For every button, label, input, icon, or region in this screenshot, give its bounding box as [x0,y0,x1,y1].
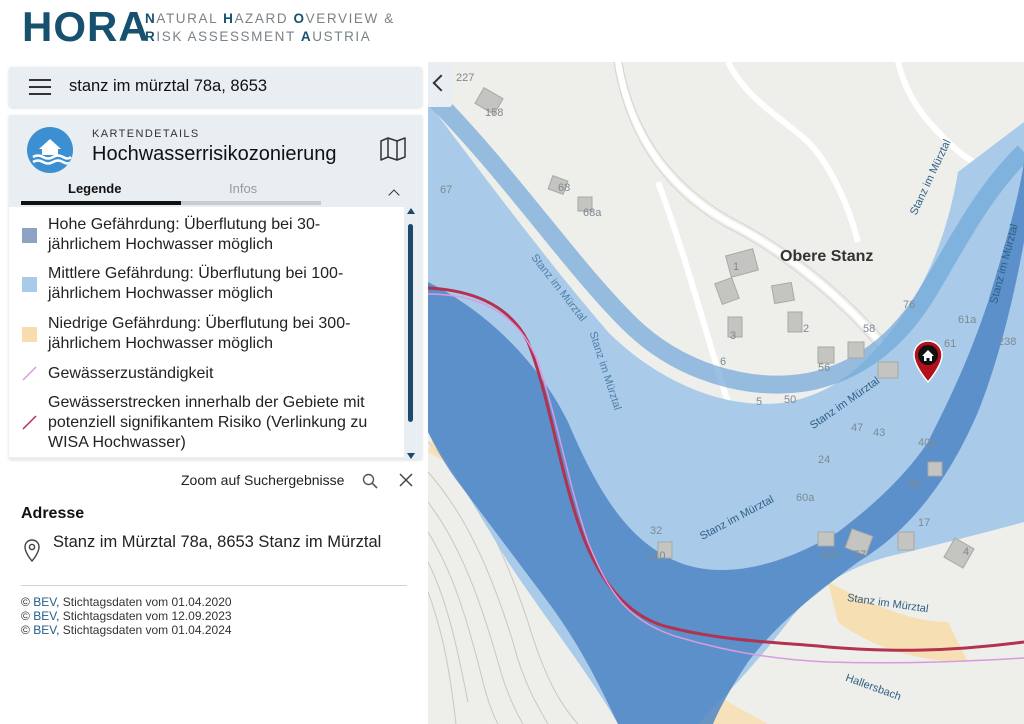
map-view[interactable]: 227 158 68 68a 1 2 3 6 56 58 76 50 5 61a… [428,62,1024,724]
details-label: KARTENDETAILS [92,128,200,140]
house-number: 58 [863,323,876,335]
bev-link[interactable]: BEV [33,623,56,637]
legend-swatch [22,228,37,243]
house-number: 67 [440,184,453,196]
divider [21,585,407,586]
address-heading: Adresse [21,505,85,522]
attribution-line: © BEV, Stichtagsdaten vom 12.09.2023 [21,609,232,623]
legend-line-swatch [22,366,37,381]
house-number: 238 [998,336,1017,348]
house-number: 61 [944,338,957,350]
details-title: Hochwasserrisikozonierung [92,143,337,165]
home-marker-icon[interactable] [913,340,943,384]
house-number: 60a [796,492,815,504]
chevron-up-icon[interactable] [388,189,400,201]
house-number: 100 [820,549,839,561]
search-bar[interactable]: stanz im mürztal 78a, 8653 [9,67,422,107]
house-number: 50 [784,394,797,406]
house-number: 17 [918,517,931,529]
side-panel: stanz im mürztal 78a, 8653 KARTENDETAILS… [0,62,428,724]
tagline-line-1: NATURAL HAZARD OVERVIEW & [145,11,395,26]
legend-line-swatch [22,415,37,430]
house-number: 68a [583,207,602,219]
legend-scrollbar[interactable] [407,208,415,459]
close-icon[interactable] [399,473,413,487]
legend-swatch [22,327,37,342]
tagline-line-2: RISK ASSESSMENT AUSTRIA [145,29,372,44]
legend-list: Hohe Gefährdung: Überflutung bei 30-jähr… [9,207,404,457]
search-icon[interactable] [362,473,378,489]
house-number: 4 [963,546,970,558]
house-number: 110 [648,550,666,562]
app-header: HORA NATURAL HAZARD OVERVIEW & RISK ASSE… [0,0,1024,62]
logo-tagline: NATURAL HAZARD OVERVIEW & RISK ASSESSMEN… [145,10,395,46]
map-details-card: KARTENDETAILS Hochwasserrisikozonierung … [9,115,422,459]
map-icon[interactable] [380,137,406,161]
flood-house-icon [27,127,73,173]
tab-infos[interactable]: Infos [229,181,257,196]
house-number: 158 [485,107,504,119]
house-number: 47 [851,422,864,434]
panel-collapse-button[interactable] [428,65,452,107]
scroll-down-arrow-icon[interactable] [407,453,415,459]
house-number: 56 [818,362,831,374]
house-number: 61a [958,314,977,326]
details-tabs: Legende Infos [21,181,321,205]
house-number: 3 [730,330,737,342]
scroll-thumb[interactable] [408,224,413,422]
search-input[interactable]: stanz im mürztal 78a, 8653 [69,77,267,96]
house-number: 76 [903,299,916,311]
place-label: Obere Stanz [780,248,874,265]
bev-link[interactable]: BEV [33,609,56,623]
house-number: 5 [756,396,763,408]
scroll-up-arrow-icon[interactable] [407,208,415,214]
tab-active-indicator [21,201,181,205]
house-number: 1 [733,261,740,273]
chevron-left-icon [432,74,450,92]
hamburger-menu-icon[interactable] [29,79,51,95]
house-number: 46 [908,479,921,491]
house-number: 57 [854,549,867,561]
house-number: 6 [720,356,727,368]
tab-legende[interactable]: Legende [68,181,121,196]
hora-logo[interactable]: HORA [22,3,150,51]
house-number: 227 [456,72,475,84]
zoom-to-results-link[interactable]: Zoom auf Suchergebnisse [181,472,344,488]
attribution-line: © BEV, Stichtagsdaten vom 01.04.2020 [21,595,232,609]
house-number: 2 [803,323,810,335]
house-number: 24 [818,454,831,466]
house-number: 40a [918,437,937,449]
attribution-line: © BEV, Stichtagsdaten vom 01.04.2024 [21,623,232,637]
house-number: 32 [650,525,663,537]
legend-swatch [22,277,37,292]
house-number: 43 [873,427,886,439]
location-pin-icon [24,539,40,563]
address-text: Stanz im Mürztal 78a, 8653 Stanz im Mürz… [53,533,382,551]
house-number: 68 [558,182,571,194]
bev-link[interactable]: BEV [33,595,56,609]
